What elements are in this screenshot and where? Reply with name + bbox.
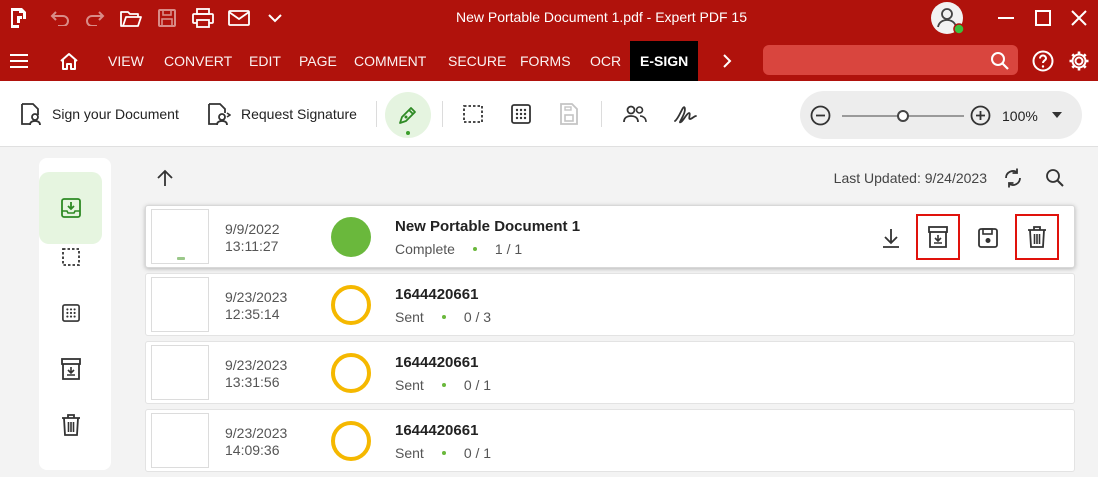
contacts-button[interactable] bbox=[623, 81, 647, 147]
refresh-icon[interactable] bbox=[1002, 167, 1024, 189]
maximize-icon[interactable] bbox=[1025, 0, 1061, 35]
archive-icon bbox=[928, 226, 948, 248]
last-updated-label: Last Updated: 9/24/2023 bbox=[833, 170, 987, 186]
signature-scribble-icon bbox=[673, 104, 699, 124]
tab-ocr[interactable]: OCR bbox=[590, 41, 621, 81]
toolbar-divider bbox=[442, 101, 443, 127]
save-document-button[interactable] bbox=[966, 206, 1010, 269]
document-thumbnail bbox=[151, 345, 209, 400]
home-icon[interactable] bbox=[50, 43, 88, 78]
people-icon bbox=[623, 105, 647, 123]
zoom-dropdown-icon[interactable] bbox=[1052, 112, 1062, 118]
document-row[interactable]: 9/23/2023 12:35:14 1644420661 Sent 0 / 3 bbox=[145, 273, 1075, 336]
save-icon bbox=[978, 227, 998, 248]
document-status: Sent 0 / 1 bbox=[395, 445, 492, 461]
tab-comment[interactable]: COMMENT bbox=[354, 41, 426, 81]
tab-forms[interactable]: FORMS bbox=[520, 41, 571, 81]
document-save-icon bbox=[559, 103, 579, 125]
status-complete-indicator bbox=[331, 217, 371, 257]
hamburger-menu-icon[interactable] bbox=[0, 43, 38, 78]
archive-icon bbox=[60, 358, 81, 380]
active-indicator bbox=[406, 131, 410, 135]
title-bar: New Portable Document 1.pdf - Expert PDF… bbox=[0, 0, 1098, 41]
document-row[interactable]: 9/23/2023 13:31:56 1644420661 Sent 0 / 1 bbox=[145, 341, 1075, 404]
tab-convert[interactable]: CONVERT bbox=[164, 41, 232, 81]
trash-icon bbox=[1028, 226, 1046, 248]
document-status: Sent 0 / 3 bbox=[395, 309, 492, 325]
signature-button[interactable] bbox=[673, 81, 699, 147]
document-thumbnail bbox=[151, 413, 209, 468]
document-row[interactable]: 9/23/2023 14:09:36 1644420661 Sent 0 / 1 bbox=[145, 409, 1075, 472]
status-sent-indicator bbox=[331, 285, 371, 325]
tab-secure[interactable]: SECURE bbox=[448, 41, 506, 81]
chevron-right-icon[interactable] bbox=[710, 43, 744, 78]
close-icon[interactable] bbox=[1061, 0, 1097, 35]
document-save-button[interactable] bbox=[559, 81, 579, 147]
toolbar-divider bbox=[601, 101, 602, 127]
document-row[interactable]: 9/9/2022 13:11:27 New Portable Document 1… bbox=[145, 205, 1075, 268]
status-sent-indicator bbox=[331, 421, 371, 461]
sign-document-icon bbox=[20, 102, 42, 126]
tab-view[interactable]: VIEW bbox=[108, 41, 144, 81]
document-name: 1644420661 bbox=[395, 286, 479, 303]
zoom-out-icon[interactable] bbox=[810, 105, 831, 126]
trash-icon bbox=[61, 414, 80, 436]
sign-your-document-button[interactable]: Sign your Document bbox=[20, 81, 179, 147]
download-button[interactable] bbox=[869, 206, 913, 269]
tab-e-sign[interactable]: E-SIGN bbox=[630, 41, 699, 81]
e-sign-toolbar: Sign your Document Request Signature 100… bbox=[0, 81, 1098, 147]
search-icon[interactable] bbox=[982, 43, 1018, 78]
up-arrow-icon[interactable] bbox=[155, 168, 175, 188]
document-status: Complete 1 / 1 bbox=[395, 241, 523, 257]
document-status: Sent 0 / 1 bbox=[395, 377, 492, 393]
zoom-control: 100% bbox=[800, 91, 1082, 139]
document-thumbnail bbox=[151, 277, 209, 332]
delete-button[interactable] bbox=[1015, 214, 1059, 260]
inbox-download-icon bbox=[60, 198, 81, 218]
document-name: 1644420661 bbox=[395, 354, 479, 371]
document-date: 9/9/2022 13:11:27 bbox=[225, 221, 280, 254]
document-thumbnail bbox=[151, 209, 209, 264]
request-signature-icon bbox=[207, 102, 231, 126]
document-date: 9/23/2023 12:35:14 bbox=[225, 289, 288, 322]
request-signature-button[interactable]: Request Signature bbox=[207, 81, 357, 147]
select-area-button[interactable] bbox=[463, 81, 483, 147]
document-date: 9/23/2023 13:31:56 bbox=[225, 357, 288, 390]
ribbon-bar: VIEW CONVERT EDIT PAGE COMMENT SECURE FO… bbox=[0, 41, 1098, 81]
download-icon bbox=[883, 228, 899, 248]
zoom-slider-thumb[interactable] bbox=[897, 110, 909, 122]
dotted-grid-icon bbox=[61, 304, 80, 322]
grid-select-button[interactable] bbox=[511, 81, 531, 147]
tab-edit[interactable]: EDIT bbox=[249, 41, 281, 81]
minimize-icon[interactable] bbox=[988, 0, 1024, 35]
tab-page[interactable]: PAGE bbox=[299, 41, 337, 81]
document-name: New Portable Document 1 bbox=[395, 218, 581, 235]
help-icon[interactable] bbox=[1025, 43, 1061, 78]
dotted-grid-icon bbox=[511, 104, 531, 124]
request-signature-label: Request Signature bbox=[241, 106, 357, 122]
search-input[interactable] bbox=[763, 45, 1018, 75]
status-sent-indicator bbox=[331, 353, 371, 393]
user-avatar-icon[interactable] bbox=[927, 0, 967, 35]
content-search-icon[interactable] bbox=[1045, 168, 1065, 188]
settings-gear-icon[interactable] bbox=[1061, 43, 1097, 78]
toolbar-divider bbox=[376, 101, 377, 127]
document-name: 1644420661 bbox=[395, 422, 479, 439]
dashed-rectangle-icon bbox=[463, 105, 483, 123]
sidebar-item-trash[interactable] bbox=[39, 389, 102, 461]
zoom-level-value[interactable]: 100% bbox=[1002, 108, 1038, 124]
e-sign-sidebar bbox=[39, 158, 111, 470]
dashed-rectangle-icon bbox=[61, 248, 80, 266]
document-date: 9/23/2023 14:09:36 bbox=[225, 425, 288, 458]
sign-your-document-label: Sign your Document bbox=[52, 106, 179, 122]
archive-button[interactable] bbox=[916, 214, 960, 260]
zoom-in-icon[interactable] bbox=[970, 105, 991, 126]
